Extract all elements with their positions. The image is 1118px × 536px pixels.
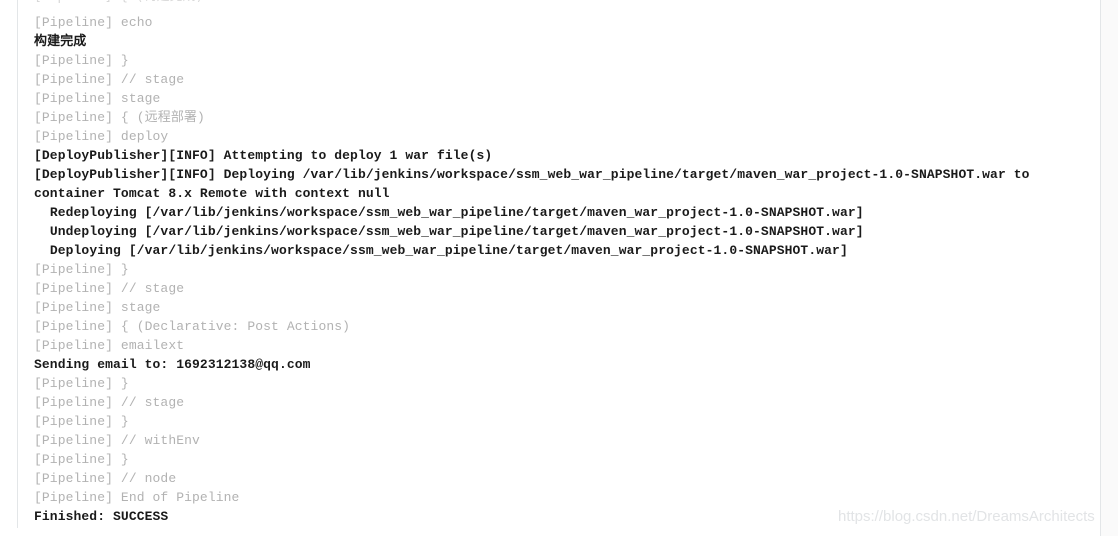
csdn-watermark: https://blog.csdn.net/DreamsArchitects xyxy=(838,508,1095,525)
console-log-line: [Pipeline] stage xyxy=(34,300,161,315)
console-log-line: Redeploying [/var/lib/jenkins/workspace/… xyxy=(34,205,864,220)
console-log-line: [Pipeline] stage xyxy=(34,91,161,106)
console-log-line: [Pipeline] echo xyxy=(34,15,153,30)
console-log-line: Undeploying [/var/lib/jenkins/workspace/… xyxy=(34,224,864,239)
console-left-rule xyxy=(17,0,18,528)
console-log-line: [Pipeline] deploy xyxy=(34,129,169,144)
console-log-line: [Pipeline] } xyxy=(34,376,129,391)
console-log-line: [Pipeline] { (远程部署) xyxy=(34,110,205,125)
console-output-panel: [Pipeline] { (构建完成) [Pipeline] echo构建完成[… xyxy=(0,0,1118,536)
console-log-line: Deploying [/var/lib/jenkins/workspace/ss… xyxy=(34,243,848,258)
console-log-line: [Pipeline] // stage xyxy=(34,281,185,296)
clipped-top-log-line: [Pipeline] { (构建完成) xyxy=(34,0,203,6)
console-log-line: [Pipeline] { (Declarative: Post Actions) xyxy=(34,319,351,334)
console-log-line: [DeployPublisher][INFO] Attempting to de… xyxy=(34,148,493,163)
console-log-line: [Pipeline] } xyxy=(34,262,129,277)
console-log-line: [Pipeline] } xyxy=(34,53,129,68)
console-log-line: [Pipeline] // withEnv xyxy=(34,433,200,448)
console-log-line: [Pipeline] // node xyxy=(34,471,177,486)
console-log-line: [Pipeline] End of Pipeline xyxy=(34,490,240,505)
vertical-scrollbar-track[interactable] xyxy=(1101,0,1118,536)
console-log-line: [Pipeline] } xyxy=(34,414,129,429)
console-log-text[interactable]: [Pipeline] echo 构建完成 [Pipeline] } [Pipeline… xyxy=(34,13,1084,526)
console-log-line: 构建完成 xyxy=(34,34,87,49)
console-log-line: [Pipeline] // stage xyxy=(34,72,185,87)
console-log-line: [DeployPublisher][INFO] Deploying /var/l… xyxy=(34,167,1038,201)
console-log-line: [Pipeline] // stage xyxy=(34,395,185,410)
console-log-line: [Pipeline] } xyxy=(34,452,129,467)
console-log-line: [Pipeline] emailext xyxy=(34,338,185,353)
console-log-line: Sending email to: 1692312138@qq.com xyxy=(34,357,311,372)
